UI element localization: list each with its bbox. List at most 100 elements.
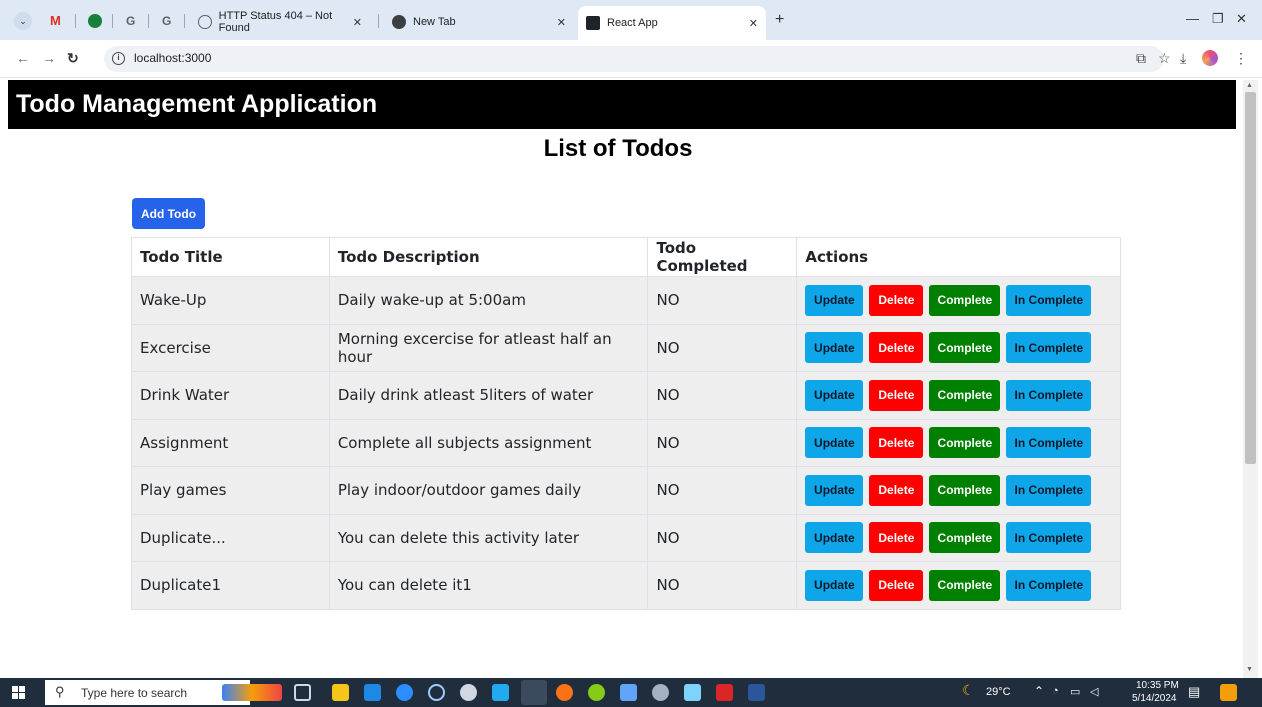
chrome-taskbar-icon[interactable] — [521, 680, 547, 705]
volume-icon[interactable]: ◁ — [1090, 685, 1098, 698]
site-info-icon[interactable]: i — [112, 52, 125, 65]
complete-button[interactable]: Complete — [929, 427, 1001, 459]
maximize-icon[interactable]: ❐ — [1212, 11, 1224, 27]
scroll-up-arrow-icon[interactable]: ▲ — [1246, 82, 1253, 89]
tab-new-tab[interactable]: New Tab ✕ — [384, 8, 574, 36]
app-tray-icon[interactable] — [1220, 684, 1237, 701]
delete-button[interactable]: Delete — [869, 284, 924, 316]
complete-button[interactable]: Complete — [929, 379, 1001, 411]
tab-search-chevron-icon[interactable]: ⌄ — [14, 12, 32, 30]
react-icon — [586, 16, 600, 30]
gmail-pinned-tab-icon[interactable]: M — [50, 11, 61, 31]
media-icon[interactable] — [428, 684, 445, 701]
reload-icon[interactable]: ↻ — [67, 50, 79, 67]
in-complete-button[interactable]: In Complete — [1006, 284, 1092, 316]
weather-temperature[interactable]: 29°C — [986, 686, 1011, 698]
minimize-icon[interactable]: — — [1186, 11, 1199, 26]
complete-button[interactable]: Complete — [929, 474, 1001, 506]
todo-completed-cell: NO — [647, 561, 798, 610]
add-todo-button[interactable]: Add Todo — [132, 198, 205, 229]
scrollbar-thumb[interactable] — [1245, 92, 1256, 464]
browser-tab-strip: ⌄ M G G HTTP Status 404 – Not Found ✕ Ne… — [0, 0, 1262, 40]
widgets-icon[interactable] — [222, 684, 282, 701]
close-window-icon[interactable]: ✕ — [1236, 11, 1247, 27]
tab-divider — [75, 14, 76, 28]
in-complete-button[interactable]: In Complete — [1006, 379, 1092, 411]
tab-label: HTTP Status 404 – Not Found — [218, 10, 333, 34]
taskbar-search-box[interactable]: ⚲ Type here to search — [45, 680, 250, 705]
close-tab-icon[interactable]: ✕ — [353, 16, 362, 29]
in-complete-button[interactable]: In Complete — [1006, 522, 1092, 554]
delete-button[interactable]: Delete — [869, 474, 924, 506]
update-button[interactable]: Update — [805, 474, 864, 506]
app-icon[interactable] — [652, 684, 669, 701]
postman-icon[interactable] — [556, 684, 573, 701]
delete-button[interactable]: Delete — [869, 522, 924, 554]
tab-http-404[interactable]: HTTP Status 404 – Not Found ✕ — [190, 8, 370, 36]
complete-button[interactable]: Complete — [929, 522, 1001, 554]
clock-time[interactable]: 10:35 PM — [1136, 680, 1179, 691]
word-icon[interactable] — [748, 684, 765, 701]
update-button[interactable]: Update — [805, 427, 864, 459]
update-button[interactable]: Update — [805, 284, 864, 316]
delete-button[interactable]: Delete — [869, 427, 924, 459]
url-text: localhost:3000 — [134, 51, 212, 65]
battery-icon[interactable]: ▭ — [1070, 685, 1080, 698]
close-tab-icon[interactable]: ✕ — [557, 16, 566, 29]
app-icon[interactable] — [588, 684, 605, 701]
tab-react-app[interactable]: React App ✕ — [578, 6, 766, 40]
file-explorer-icon[interactable] — [332, 684, 349, 701]
update-button[interactable]: Update — [805, 569, 864, 601]
chrome-menu-icon[interactable]: ⋮ — [1234, 50, 1248, 67]
google-pinned-tab-icon[interactable]: G — [162, 11, 171, 31]
in-complete-button[interactable]: In Complete — [1006, 427, 1092, 459]
update-button[interactable]: Update — [805, 379, 864, 411]
todo-actions-cell: Update Delete Complete In Complete — [796, 371, 1121, 420]
scroll-down-arrow-icon[interactable]: ▼ — [1246, 666, 1253, 673]
todo-title-cell: Wake-Up — [131, 276, 330, 325]
pdf-reader-icon[interactable] — [716, 684, 733, 701]
new-tab-plus-icon[interactable]: + — [775, 11, 784, 29]
in-complete-button[interactable]: In Complete — [1006, 569, 1092, 601]
complete-button[interactable]: Complete — [929, 284, 1001, 316]
todo-title-cell: Assignment — [131, 418, 330, 467]
table-header-row: Todo Title Todo Description Todo Complet… — [131, 237, 1121, 277]
in-complete-button[interactable]: In Complete — [1006, 332, 1092, 364]
zoom-icon[interactable] — [396, 684, 413, 701]
notifications-icon[interactable]: ▤ — [1188, 684, 1200, 700]
in-complete-button[interactable]: In Complete — [1006, 474, 1092, 506]
tab-divider — [148, 14, 149, 28]
install-app-icon[interactable]: ⧉ — [1136, 50, 1146, 67]
profile-avatar-icon[interactable] — [1202, 50, 1218, 66]
task-view-icon[interactable] — [294, 684, 311, 701]
address-bar[interactable]: i localhost:3000 — [104, 46, 1164, 72]
app-icon[interactable] — [620, 684, 637, 701]
todos-table-body: Wake-Up Daily wake-up at 5:00am NO Update De… — [131, 276, 1121, 610]
complete-button[interactable]: Complete — [929, 332, 1001, 364]
bookmark-star-icon[interactable]: ☆ — [1158, 50, 1171, 67]
vscode-icon[interactable] — [492, 684, 509, 701]
google-pinned-tab-icon[interactable]: G — [126, 11, 135, 31]
close-tab-icon[interactable]: ✕ — [749, 17, 758, 30]
windows-start-icon[interactable] — [12, 686, 25, 699]
forward-arrow-icon[interactable]: → — [42, 50, 56, 66]
network-icon[interactable]: ◔ — [1052, 685, 1059, 697]
update-button[interactable]: Update — [805, 522, 864, 554]
complete-button[interactable]: Complete — [929, 569, 1001, 601]
delete-button[interactable]: Delete — [869, 569, 924, 601]
todo-description-cell: Daily wake-up at 5:00am — [328, 276, 649, 325]
column-header: Actions — [796, 237, 1121, 277]
download-icon[interactable]: ⤓ — [1180, 50, 1186, 67]
app-icon[interactable] — [684, 684, 701, 701]
mail-icon[interactable] — [364, 684, 381, 701]
settings-gear-icon[interactable] — [460, 684, 477, 701]
back-arrow-icon[interactable]: ← — [16, 50, 30, 66]
todo-actions-cell: Update Delete Complete In Complete — [796, 513, 1121, 562]
update-button[interactable]: Update — [805, 332, 864, 364]
weather-moon-icon: ☾ — [962, 682, 975, 698]
delete-button[interactable]: Delete — [869, 379, 924, 411]
clock-date[interactable]: 5/14/2024 — [1132, 693, 1177, 704]
delete-button[interactable]: Delete — [869, 332, 924, 364]
tray-expand-icon[interactable]: ⌃ — [1034, 684, 1044, 698]
pinned-tab-icon[interactable] — [88, 14, 102, 28]
